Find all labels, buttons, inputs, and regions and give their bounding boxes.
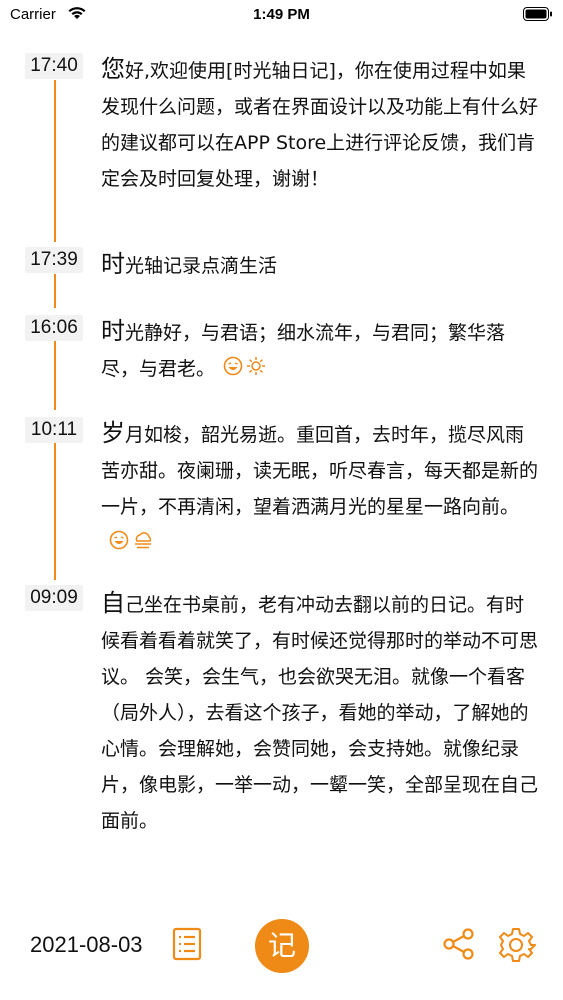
- entry-text: 时光轴记录点滴生活: [101, 246, 541, 284]
- diary-timeline[interactable]: 17:40 您好,欢迎使用[时光轴日记]，你在使用过程中如果发现什么问题，或者在…: [0, 0, 563, 900]
- timeline-connector: [54, 442, 56, 580]
- entry-first-char: 自: [101, 589, 125, 617]
- entry-body: 光轴记录点滴生活: [125, 255, 278, 277]
- sun-icon: [246, 352, 266, 388]
- share-icon[interactable]: [442, 927, 476, 965]
- record-button[interactable]: 记: [255, 919, 309, 973]
- entry-time: 16:06: [25, 315, 83, 341]
- entry-text: 岁月如梭，韶光易逝。重回首，去时年，揽尽风雨苦亦甜。夜阑珊，读无眠，听尽春言，每…: [101, 415, 541, 562]
- entry-time: 17:39: [25, 247, 83, 273]
- laughing-face-icon: [109, 526, 129, 562]
- entry-body: 光静好，与君语；细水流年，与君同；繁华落尽，与君老。: [101, 322, 506, 380]
- timeline-connector: [54, 274, 56, 308]
- current-date: 2021-08-03: [30, 932, 143, 957]
- entry-time: 10:11: [25, 417, 83, 443]
- entry-first-char: 岁: [101, 419, 125, 447]
- entry-body: 好,欢迎使用[时光轴日记]，你在使用过程中如果发现什么问题，或者在界面设计以及功…: [101, 60, 539, 190]
- entry-time: 17:40: [25, 53, 83, 79]
- fog-cloud-icon: [132, 526, 154, 562]
- entry-first-char: 时: [101, 317, 125, 345]
- bottom-toolbar: 2021-08-03 记: [0, 905, 563, 1000]
- entry-body: 己坐在书桌前，老有冲动去翻以前的日记。有时候看着看着就笑了，有时候还觉得那时的举…: [101, 594, 539, 832]
- list-icon[interactable]: [172, 927, 202, 965]
- entry-time: 09:09: [25, 585, 83, 611]
- laughing-face-icon: [223, 352, 243, 388]
- entry-first-char: 时: [101, 250, 125, 278]
- entry-text: 自己坐在书桌前，老有冲动去翻以前的日记。有时候看着看着就笑了，有时候还觉得那时的…: [101, 585, 541, 839]
- timeline-connector: [54, 340, 56, 410]
- entry-text: 时光静好，与君语；细水流年，与君同；繁华落尽，与君老。: [101, 313, 541, 388]
- entry-body: 月如梭，韶光易逝。重回首，去时年，揽尽风雨苦亦甜。夜阑珊，读无眠，听尽春言，每天…: [101, 424, 539, 518]
- entry-text: 您好,欢迎使用[时光轴日记]，你在使用过程中如果发现什么问题，或者在界面设计以及…: [101, 51, 541, 197]
- entry-first-char: 您: [101, 55, 125, 83]
- gear-icon[interactable]: [498, 926, 536, 968]
- timeline-connector: [54, 80, 56, 242]
